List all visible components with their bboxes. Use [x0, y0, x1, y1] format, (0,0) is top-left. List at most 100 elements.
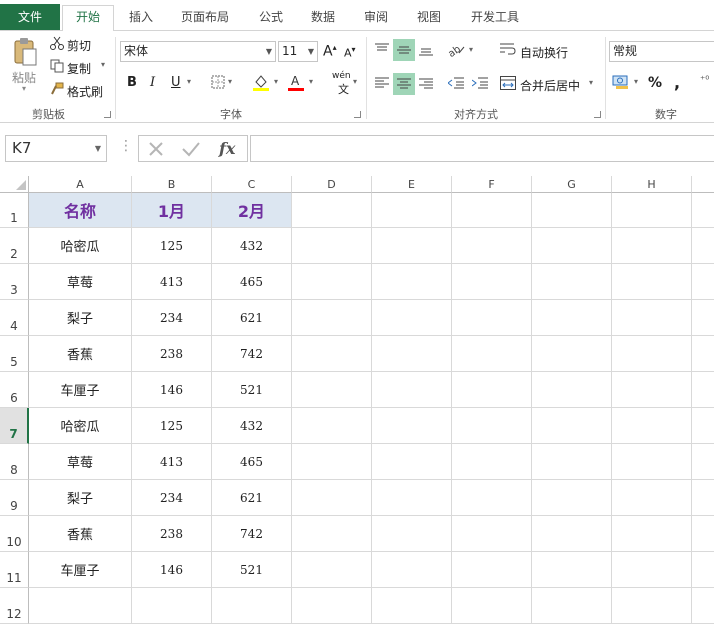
cell-f4[interactable] — [452, 300, 532, 336]
increase-indent-icon[interactable] — [470, 73, 490, 93]
cell-i11[interactable] — [692, 552, 714, 588]
row-header-4[interactable]: 4 — [0, 300, 29, 336]
table-header-cell[interactable]: 2月 — [212, 193, 292, 228]
cell-d9[interactable] — [292, 480, 372, 516]
cell-h11[interactable] — [612, 552, 692, 588]
table-cell[interactable]: 742 — [212, 516, 292, 552]
cell-h4[interactable] — [612, 300, 692, 336]
cell-i2[interactable] — [692, 228, 714, 264]
cell-d1[interactable] — [292, 193, 372, 228]
alignment-launcher-icon[interactable] — [594, 111, 601, 118]
column-header-c[interactable]: C — [212, 176, 292, 193]
table-cell[interactable]: 521 — [212, 372, 292, 408]
cell-g7[interactable] — [532, 408, 612, 444]
table-cell[interactable]: 234 — [132, 480, 212, 516]
clipboard-launcher-icon[interactable] — [104, 111, 111, 118]
column-header-g[interactable]: G — [532, 176, 612, 193]
cell-h12[interactable] — [612, 588, 692, 624]
cell-d7[interactable] — [292, 408, 372, 444]
font-size-select[interactable]: 11 ▼ — [278, 41, 318, 62]
format-painter-button[interactable]: 格式刷 — [67, 83, 103, 100]
table-cell[interactable]: 梨子 — [29, 480, 132, 516]
increase-decimal-icon[interactable]: ⁺⁰ — [700, 75, 709, 86]
cell-h3[interactable] — [612, 264, 692, 300]
table-cell[interactable]: 621 — [212, 480, 292, 516]
row-header-2[interactable]: 2 — [0, 228, 29, 264]
table-cell[interactable]: 621 — [212, 300, 292, 336]
paste-dropdown-icon[interactable]: ▾ — [22, 84, 26, 93]
cell-e11[interactable] — [372, 552, 452, 588]
enter-icon[interactable] — [181, 140, 201, 158]
table-cell[interactable]: 梨子 — [29, 300, 132, 336]
cell-e9[interactable] — [372, 480, 452, 516]
cell-e1[interactable] — [372, 193, 452, 228]
table-cell[interactable]: 432 — [212, 408, 292, 444]
cell-i7[interactable] — [692, 408, 714, 444]
row-header-1[interactable]: 1 — [0, 193, 29, 228]
cell-g12[interactable] — [532, 588, 612, 624]
cell-d5[interactable] — [292, 336, 372, 372]
tab-developer[interactable]: 开发工具 — [460, 6, 530, 31]
table-cell[interactable]: 香蕉 — [29, 516, 132, 552]
cell-f12[interactable] — [452, 588, 532, 624]
align-left-icon[interactable] — [372, 73, 392, 93]
cell-h6[interactable] — [612, 372, 692, 408]
comma-style-button[interactable]: , — [674, 73, 680, 92]
cell-g4[interactable] — [532, 300, 612, 336]
borders-icon[interactable] — [210, 74, 226, 90]
cell-g2[interactable] — [532, 228, 612, 264]
tab-formulas[interactable]: 公式 — [250, 6, 292, 31]
fill-color-icon[interactable] — [252, 73, 270, 91]
decrease-indent-icon[interactable] — [446, 73, 466, 93]
table-cell[interactable]: 234 — [132, 300, 212, 336]
cell-i10[interactable] — [692, 516, 714, 552]
font-color-dropdown-icon[interactable]: ▾ — [309, 77, 313, 86]
table-header-cell[interactable]: 名称 — [29, 193, 132, 228]
table-cell[interactable]: 车厘子 — [29, 372, 132, 408]
select-all-corner[interactable] — [0, 176, 29, 193]
table-cell[interactable]: 238 — [132, 516, 212, 552]
table-cell[interactable]: 465 — [212, 264, 292, 300]
paste-icon[interactable] — [8, 37, 42, 67]
align-top-icon[interactable] — [372, 39, 392, 59]
align-center-icon[interactable] — [393, 73, 415, 95]
cell-f6[interactable] — [452, 372, 532, 408]
underline-dropdown-icon[interactable]: ▾ — [187, 77, 191, 86]
cell-h8[interactable] — [612, 444, 692, 480]
tab-home[interactable]: 开始 — [62, 5, 114, 32]
copy-button[interactable]: 复制 — [67, 60, 91, 77]
orientation-dropdown-icon[interactable]: ▾ — [469, 45, 473, 54]
cell-h1[interactable] — [612, 193, 692, 228]
row-header-11[interactable]: 11 — [0, 552, 29, 588]
cell-f5[interactable] — [452, 336, 532, 372]
cell-d12[interactable] — [292, 588, 372, 624]
font-color-icon[interactable]: A — [287, 73, 305, 91]
tab-review[interactable]: 审阅 — [355, 6, 397, 31]
merge-dropdown-icon[interactable]: ▾ — [589, 78, 593, 87]
cell-d10[interactable] — [292, 516, 372, 552]
table-cell[interactable]: 125 — [132, 228, 212, 264]
font-launcher-icon[interactable] — [354, 111, 361, 118]
table-cell[interactable]: 146 — [132, 552, 212, 588]
cell-g1[interactable] — [532, 193, 612, 228]
accounting-dropdown-icon[interactable]: ▾ — [634, 77, 638, 86]
cell-h9[interactable] — [612, 480, 692, 516]
table-cell[interactable]: 125 — [132, 408, 212, 444]
row-header-10[interactable]: 10 — [0, 516, 29, 552]
cell-i12[interactable] — [692, 588, 714, 624]
table-cell[interactable]: 413 — [132, 444, 212, 480]
cell-h2[interactable] — [612, 228, 692, 264]
cell-e6[interactable] — [372, 372, 452, 408]
table-cell[interactable]: 413 — [132, 264, 212, 300]
cell-e12[interactable] — [372, 588, 452, 624]
insert-function-button[interactable]: fx — [219, 139, 235, 158]
column-header-d[interactable]: D — [292, 176, 372, 193]
table-cell[interactable]: 哈密瓜 — [29, 228, 132, 264]
table-cell[interactable]: 哈密瓜 — [29, 408, 132, 444]
cell-f10[interactable] — [452, 516, 532, 552]
cell-f7[interactable] — [452, 408, 532, 444]
cell-g9[interactable] — [532, 480, 612, 516]
font-name-select[interactable]: 宋体 ▼ — [120, 41, 276, 62]
cell-d8[interactable] — [292, 444, 372, 480]
cell-g3[interactable] — [532, 264, 612, 300]
